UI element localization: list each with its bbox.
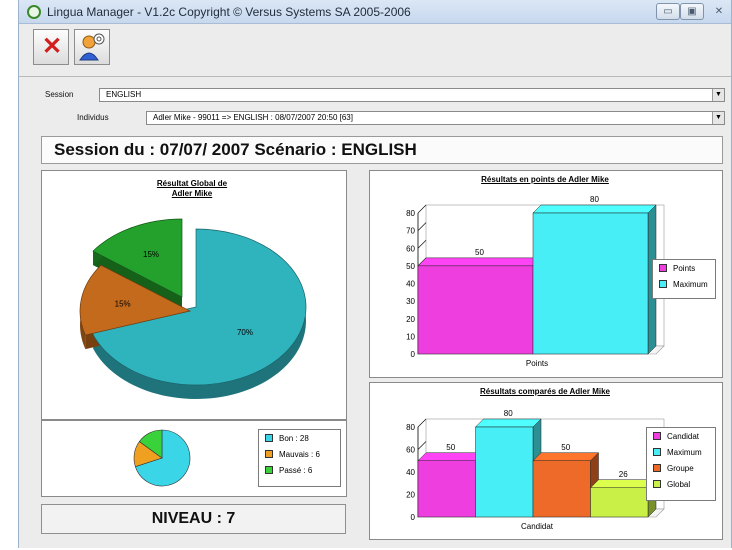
legend-label: Passé : 6 [279,465,313,475]
legend-item-global: Global [647,476,715,492]
window-title: Lingua Manager - V1.2c Copyright © Versu… [47,5,411,19]
legend-swatch [265,434,273,442]
y-tick-label: 60 [406,446,415,455]
y-tick-label: 80 [406,423,415,432]
legend-item-mauvais: Mauvais : 6 [259,446,340,462]
individus-label: Individus [77,113,109,122]
legend-swatch [653,448,661,456]
y-tick-label: 80 [406,209,415,218]
user-button[interactable] [74,29,110,65]
legend-label: Maximum [673,279,708,289]
compares-panel: Résultats comparés de Adler Mike 0 20 40 60… [369,382,723,540]
bar-top [417,257,542,267]
app-logo-icon [27,5,41,19]
y-tick-label: 20 [406,315,415,324]
legend-item-points: Points [653,260,715,276]
close-window-button[interactable]: ✕ [708,3,730,20]
bar-top [532,452,600,461]
global-mini-panel: Bon : 28 Mauvais : 6 Passé : 6 [41,420,347,497]
bar-maximum [475,426,534,518]
y-tick-mark [417,418,427,428]
legend-swatch [265,466,273,474]
bar-value-label: 26 [619,470,628,479]
legend-label: Bon : 28 [279,433,309,443]
session-header: Session du : 07/07/ 2007 Scénario : ENGL… [41,136,723,164]
y-tick-mark [417,240,427,249]
legend-swatch [653,464,661,472]
individus-select[interactable]: Adler Mike - 99011 => ENGLISH : 08/07/20… [146,111,725,125]
chevron-down-icon[interactable]: ▼ [712,89,724,101]
bar-top [532,204,657,214]
mini-pie-chart [133,429,191,487]
y-tick-label: 30 [406,297,415,306]
legend-label: Groupe [667,463,694,473]
bar-value-label: 80 [504,409,513,418]
toolbar: ✕ [19,25,731,77]
legend-item-passe: Passé : 6 [259,462,340,478]
bar-top [474,418,542,428]
legend-swatch [653,480,661,488]
individus-value: Adler Mike - 99011 => ENGLISH : 08/07/20… [153,113,353,122]
bar-value-label: 50 [561,443,570,452]
y-tick-label: 0 [411,350,416,359]
minimize-button[interactable]: ▭ [656,3,680,20]
bar-groupe [532,460,591,518]
y-tick-mark [417,204,427,214]
legend-label: Maximum [667,447,702,457]
global-pie-chart: 70% 15% 15% [79,218,307,399]
close-x-icon: ✕ [42,33,63,60]
x-axis-label: Points [526,359,548,368]
bar-top [417,452,485,461]
legend-item-bon: Bon : 28 [259,430,340,446]
pie-percent-label: 15% [143,250,159,259]
legend-label: Candidat [667,431,700,441]
legend-item-maximum: Maximum [647,444,715,460]
legend-swatch [653,432,661,440]
legend-label: Global [667,479,691,489]
session-select[interactable]: ENGLISH ▼ [99,88,725,102]
y-tick-label: 0 [411,513,416,522]
y-tick-label: 10 [406,332,415,341]
bar-maximum [532,212,649,355]
legend-item-candidat: Candidat [647,428,715,444]
niveau-box: NIVEAU : 7 [41,504,346,534]
legend-swatch [659,264,667,272]
y-tick-label: 20 [406,491,415,500]
points-panel: Résultats en points de Adler Mike 0 10 20 3… [369,170,723,378]
points-legend: Points Maximum [652,259,716,299]
y-tick-label: 40 [406,468,415,477]
global-legend: Bon : 28 Mauvais : 6 Passé : 6 [258,429,341,487]
chevron-down-icon[interactable]: ▼ [712,112,724,124]
x-axis-label: Candidat [521,522,554,531]
legend-item-maximum: Maximum [653,276,715,292]
y-tick-label: 60 [406,244,415,253]
maximize-button[interactable]: ▣ [680,3,704,20]
pie-percent-label: 70% [237,328,253,337]
bar-value-label: 50 [446,443,455,452]
legend-label: Points [673,263,696,273]
app-window: Lingua Manager - V1.2c Copyright © Versu… [18,0,732,548]
bar-candidat [417,460,476,518]
pie-percent-label: 15% [115,299,131,308]
bar-points [417,265,534,355]
user-icon [79,33,105,61]
y-tick-mark [417,222,427,231]
global-result-panel: Résultat Global de Adler Mike 70% 15% 15% [41,170,347,420]
title-bar: Lingua Manager - V1.2c Copyright © Versu… [19,0,731,24]
bar-value-label: 50 [475,248,484,257]
bar-global [590,487,649,518]
close-button[interactable]: ✕ [33,29,69,65]
legend-item-groupe: Groupe [647,460,715,476]
y-tick-label: 50 [406,262,415,271]
bar-value-label: 80 [590,195,599,204]
y-tick-label: 40 [406,280,415,289]
session-value: ENGLISH [106,90,142,99]
legend-label: Mauvais : 6 [279,449,320,459]
legend-swatch [659,280,667,288]
session-label: Session [45,90,74,99]
y-tick-label: 70 [406,227,415,236]
y-tick-mark [417,441,427,450]
legend-swatch [265,450,273,458]
compares-legend: Candidat Maximum Groupe Global [646,427,716,501]
